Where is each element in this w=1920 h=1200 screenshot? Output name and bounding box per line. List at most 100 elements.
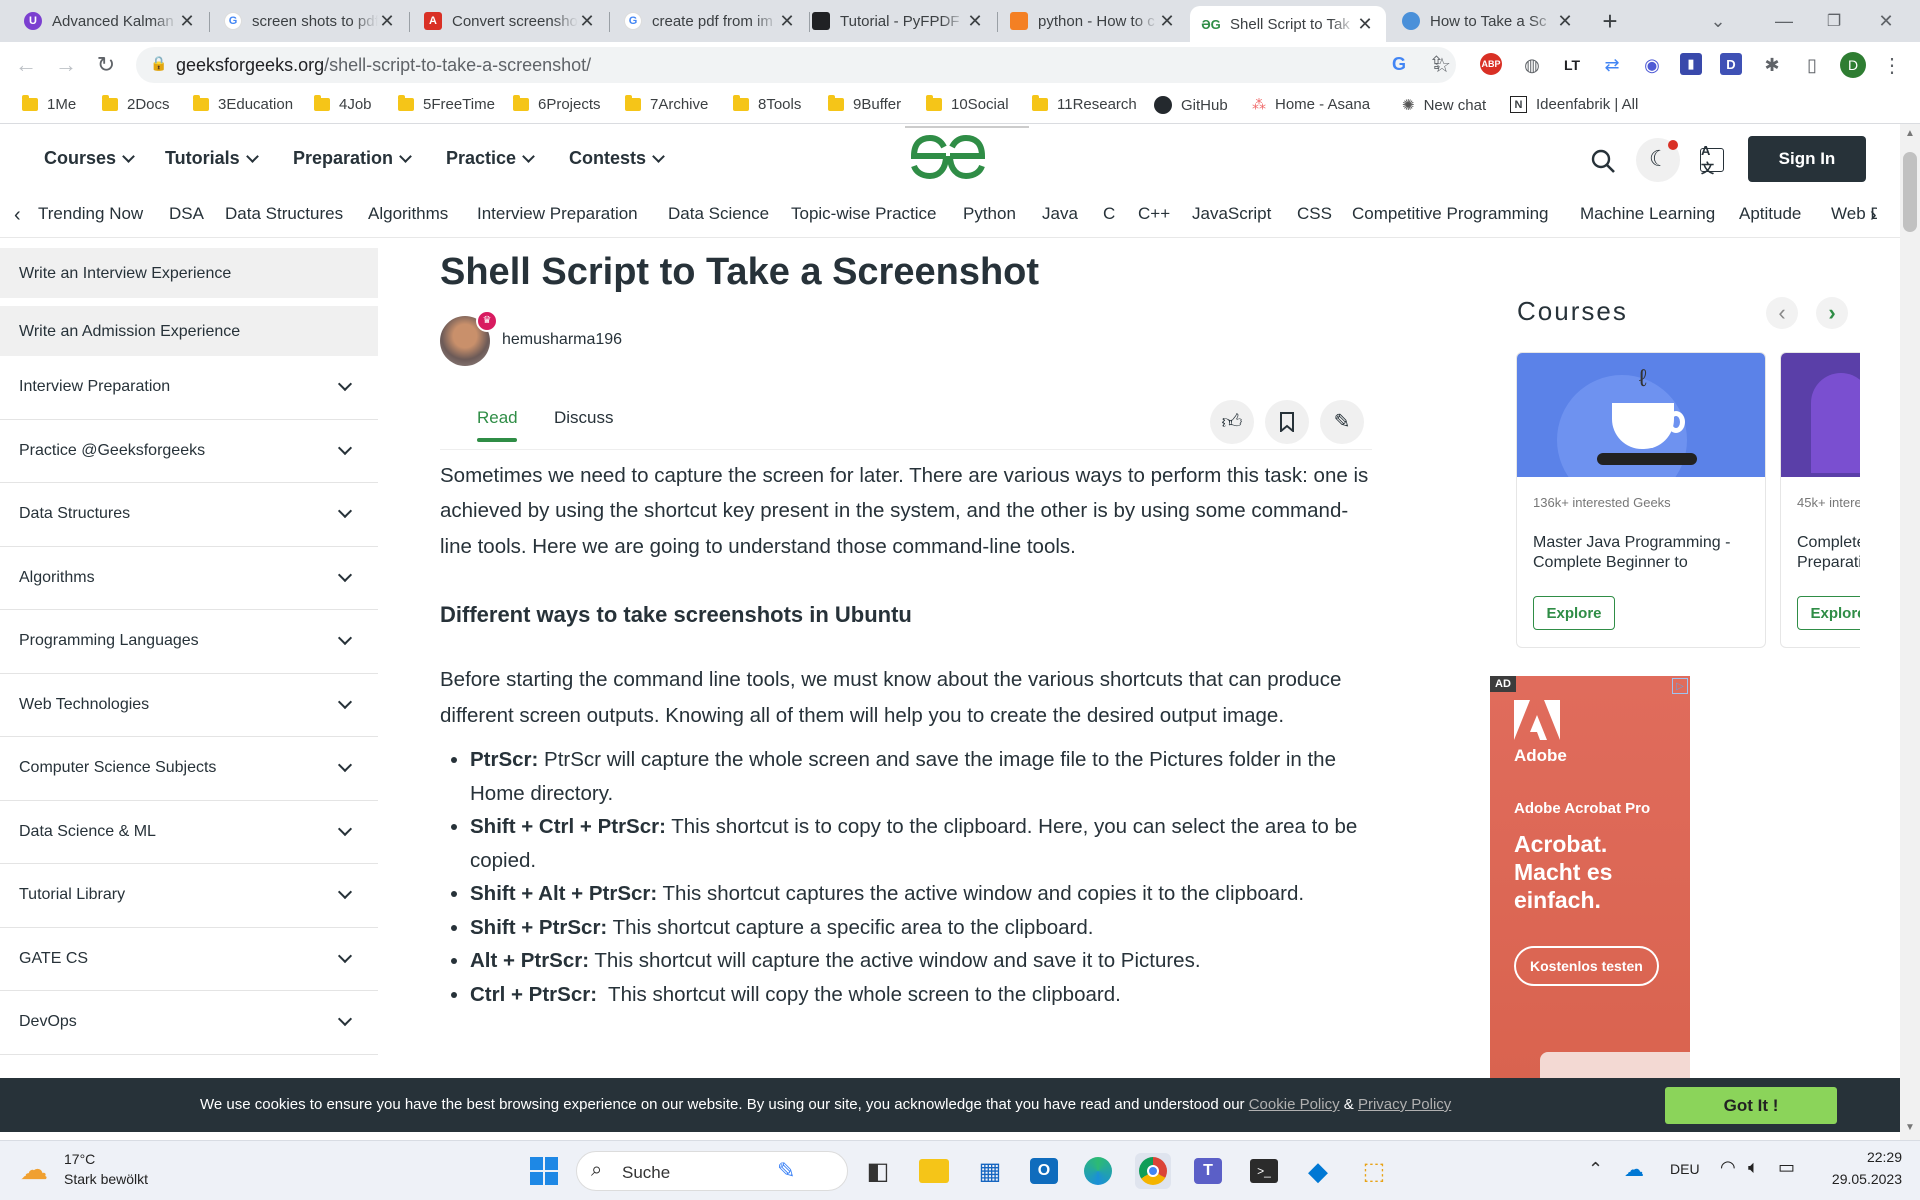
sign-in-button[interactable]: Sign In — [1748, 136, 1866, 182]
clock-date[interactable]: 29.05.2023 — [1812, 1171, 1902, 1187]
topic-link[interactable]: Java — [1042, 204, 1078, 224]
volume-icon[interactable]: 🔈︎ — [1748, 1157, 1759, 1178]
topic-link[interactable]: JavaScript — [1192, 204, 1271, 224]
page-scrollbar[interactable]: ▲ ▼ — [1900, 124, 1920, 1140]
tab-6-active[interactable]: ƏG Shell Script to Tak ✕ — [1190, 6, 1386, 42]
topic-link[interactable]: C++ — [1138, 204, 1170, 224]
ad-cta-button[interactable]: Kostenlos testen — [1514, 946, 1659, 986]
topic-link[interactable]: C — [1103, 204, 1115, 224]
bookmark-folder[interactable]: 4Job — [314, 95, 372, 113]
course-card[interactable]: ℓ 136k+ interested Geeks Master Java Pro… — [1516, 352, 1766, 648]
outlook-icon[interactable]: O — [1026, 1153, 1062, 1189]
courses-next-button[interactable]: › — [1816, 297, 1848, 329]
bookmark-folder[interactable]: 11Research — [1032, 95, 1137, 113]
topic-link[interactable]: Aptitude — [1739, 204, 1801, 224]
kebab-menu-icon[interactable]: ⋮ — [1880, 53, 1904, 77]
new-tab-icon[interactable]: + — [1598, 6, 1622, 36]
translate-globe-icon[interactable]: ◍ — [1520, 53, 1544, 77]
sidebar-item[interactable]: Programming Languages — [0, 610, 378, 674]
extension-d-icon[interactable]: D — [1720, 53, 1742, 75]
side-panel-icon[interactable]: ▯ — [1800, 53, 1824, 77]
sidebar-item[interactable]: Computer Science Subjects — [0, 737, 378, 801]
menu-tutorials[interactable]: Tutorials — [165, 148, 259, 169]
bookmark-chatgpt[interactable]: ✺ New chat — [1402, 96, 1486, 115]
back-icon[interactable]: ← — [14, 52, 38, 77]
topic-link[interactable]: Machine Learning — [1580, 204, 1715, 224]
tab-search-chevron-icon[interactable]: ⌄ — [1706, 9, 1730, 33]
tab-2[interactable]: A Convert screenshot ✕ — [412, 4, 608, 38]
close-tab-icon[interactable]: ✕ — [1356, 14, 1374, 35]
app-icon[interactable]: ⬚ — [1356, 1153, 1392, 1189]
sidebar-item[interactable]: DevOps — [0, 991, 378, 1055]
adobe-ad[interactable]: AD ▷ Adobe Adobe Acrobat Pro Acrobat. Ma… — [1490, 676, 1690, 1080]
sidebar-item[interactable]: Data Science & ML — [0, 801, 378, 864]
bookmark-notion[interactable]: N Ideenfabrik | All — [1510, 96, 1638, 113]
privacy-policy-link[interactable]: Privacy Policy — [1358, 1096, 1451, 1113]
cookie-policy-link[interactable]: Cookie Policy — [1249, 1096, 1340, 1113]
tab-discuss[interactable]: Discuss — [554, 408, 614, 428]
chevron-up-icon[interactable]: ⌃ — [1588, 1159, 1603, 1180]
bookmark-star-icon[interactable]: ☆ — [1430, 53, 1454, 77]
sidebar-item[interactable]: Web Technologies — [0, 674, 378, 737]
translate-icon[interactable]: A文 — [1700, 143, 1724, 176]
menu-practice[interactable]: Practice — [446, 148, 535, 169]
courses-prev-button[interactable]: ‹ — [1766, 297, 1798, 329]
bookmark-folder[interactable]: 5FreeTime — [398, 95, 495, 113]
topic-link[interactable]: Python — [963, 204, 1016, 224]
terminal-icon[interactable]: >_ — [1246, 1153, 1282, 1189]
start-button[interactable] — [526, 1153, 562, 1189]
topic-link[interactable]: DSA — [169, 204, 204, 224]
chevron-left-icon[interactable]: ‹ — [14, 204, 21, 227]
sidebar-item[interactable]: Algorithms — [0, 547, 378, 610]
bookmark-folder[interactable]: 7Archive — [625, 95, 708, 113]
author-name[interactable]: hemusharma196 — [502, 331, 622, 349]
bookmark-folder[interactable]: 1Me — [22, 95, 76, 113]
tab-4[interactable]: Tutorial - PyFPDF ✕ — [800, 4, 996, 38]
gfg-logo[interactable] — [908, 134, 988, 180]
tab-0[interactable]: U Advanced Kalman ✕ — [12, 4, 208, 38]
close-window-icon[interactable]: ✕ — [1874, 9, 1898, 33]
scrollbar-thumb[interactable] — [1903, 152, 1917, 232]
tab-read[interactable]: Read — [477, 408, 518, 428]
close-tab-icon[interactable]: ✕ — [578, 11, 596, 32]
extensions-puzzle-icon[interactable]: ✱ — [1760, 53, 1784, 77]
explore-button[interactable]: Explore — [1533, 596, 1615, 630]
tab-1[interactable]: Gscreen shots to pdf ✕ — [212, 4, 408, 38]
bookmark-asana[interactable]: ⁂ Home - Asana — [1252, 96, 1370, 113]
google-lens-icon[interactable]: G — [1392, 54, 1406, 75]
address-bar[interactable]: 🔒 geeksforgeeks.org/shell-script-to-take… — [136, 47, 1456, 83]
course-card[interactable]: 45k+ interested Geeks Complete Interview… — [1780, 352, 1860, 648]
dark-mode-toggle[interactable]: ☾ — [1636, 138, 1680, 182]
profile-avatar[interactable]: D — [1840, 52, 1866, 78]
sidebar-item[interactable]: Practice @Geeksforgeeks — [0, 420, 378, 483]
sidebar-item[interactable]: Interview Preparation — [0, 356, 378, 420]
languagetool-icon[interactable]: LT — [1560, 53, 1584, 77]
close-tab-icon[interactable]: ✕ — [778, 11, 796, 32]
close-tab-icon[interactable]: ✕ — [1158, 11, 1176, 32]
menu-courses[interactable]: Courses — [44, 148, 135, 169]
adblock-icon[interactable]: ABP — [1480, 53, 1502, 75]
topic-link[interactable]: Trending Now — [38, 204, 143, 224]
bookmark-folder[interactable]: 9Buffer — [828, 95, 901, 113]
close-tab-icon[interactable]: ✕ — [1556, 11, 1574, 32]
menu-contests[interactable]: Contests — [569, 148, 665, 169]
minimize-icon[interactable]: — — [1772, 9, 1796, 33]
chrome-icon[interactable] — [1135, 1153, 1171, 1189]
close-tab-icon[interactable]: ✕ — [378, 11, 396, 32]
cookie-accept-button[interactable]: Got It ! — [1665, 1087, 1837, 1124]
menu-preparation[interactable]: Preparation — [293, 148, 412, 169]
vscode-icon[interactable]: ◆ — [1300, 1153, 1336, 1189]
weather-desc[interactable]: Stark bewölkt — [64, 1171, 148, 1187]
onedrive-icon[interactable]: ☁ — [1624, 1157, 1644, 1182]
extension-square-icon[interactable]: ▮ — [1680, 53, 1702, 75]
search-icon[interactable] — [1590, 148, 1616, 174]
close-tab-icon[interactable]: ✕ — [966, 11, 984, 32]
battery-icon[interactable]: ▭ — [1778, 1157, 1795, 1178]
explore-button[interactable]: Explore — [1797, 596, 1860, 630]
topic-link[interactable]: Algorithms — [368, 204, 448, 224]
file-explorer-icon[interactable] — [916, 1153, 952, 1189]
reload-icon[interactable]: ↻ — [94, 52, 118, 77]
topic-link[interactable]: Interview Preparation — [477, 204, 638, 224]
clock-time[interactable]: 22:29 — [1822, 1149, 1902, 1165]
bookmark-button[interactable] — [1265, 399, 1309, 444]
